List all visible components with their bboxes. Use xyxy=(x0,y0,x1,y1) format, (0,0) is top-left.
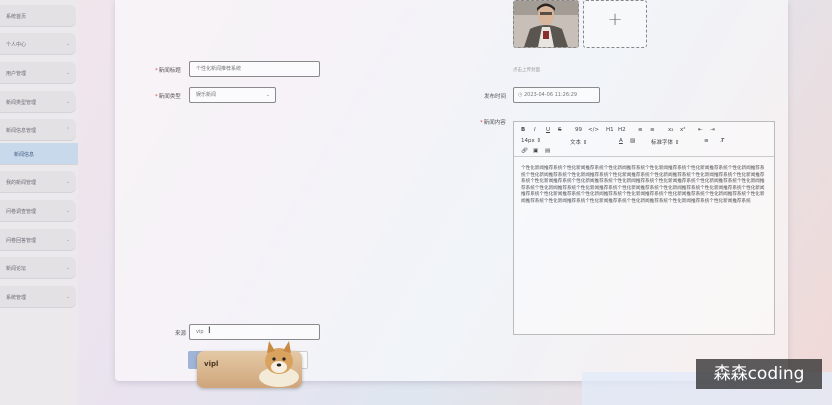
sidebar-item-label: 新闻类型管理 xyxy=(6,99,37,106)
ordered-list-button[interactable]: ≡ xyxy=(638,127,643,133)
sticker-overlay: vipl xyxy=(197,341,302,388)
sidebar-item-news-info[interactable]: 新闻信息管理 ⌃ xyxy=(0,119,76,141)
source-label: 来源 xyxy=(175,331,187,337)
chevron-down-icon: ⌄ xyxy=(65,179,70,185)
sidebar: 系统首页 个人中心 ⌄ 用户管理 ⌄ 新闻类型管理 ⌄ 新闻信息管理 ⌃ 新闻信息 我的… xyxy=(0,0,78,405)
indent-button[interactable]: ⇥ xyxy=(710,127,715,133)
sidebar-item-label: 系统首页 xyxy=(6,13,27,20)
publish-time-picker[interactable]: ◷ 2023-04-06 11:26:29 xyxy=(513,87,600,103)
bullet-list-button[interactable]: ≡ xyxy=(650,127,655,133)
font-color-icon[interactable]: A xyxy=(619,138,623,144)
image-icon[interactable]: ▣ xyxy=(533,148,538,154)
content-label: *新闻内容 xyxy=(480,120,506,126)
strike-button[interactable]: S xyxy=(558,127,562,133)
outdent-button[interactable]: ⇤ xyxy=(698,127,703,133)
chevron-down-icon: ⌄ xyxy=(65,294,70,300)
align-icon[interactable]: ≡ xyxy=(704,138,709,144)
sidebar-item-news-types[interactable]: 新闻类型管理 ⌄ xyxy=(0,91,76,113)
chevron-down-icon: ⌄ xyxy=(65,265,70,271)
type-select-value: 娱乐新闻 xyxy=(196,92,217,98)
sidebar-item-survey-answers[interactable]: 问卷回答管理 ⌄ xyxy=(0,229,76,251)
chevron-up-icon: ⌃ xyxy=(65,127,70,133)
watermark: 森森coding xyxy=(696,359,822,389)
sidebar-item-home[interactable]: 系统首页 xyxy=(0,5,76,27)
text-style-select[interactable]: 文本 ⇕ xyxy=(570,138,587,146)
sticker-text: vipl xyxy=(204,360,219,368)
type-select[interactable]: 娱乐新闻 ⌄ xyxy=(189,87,276,103)
sidebar-item-label: 用户管理 xyxy=(6,70,27,77)
publish-time-label: 发布时间 xyxy=(484,94,507,100)
h2-button[interactable]: H2 xyxy=(618,127,626,133)
superscript-button[interactable]: x² xyxy=(680,127,685,133)
sidebar-item-label: 系统管理 xyxy=(6,294,27,301)
chevron-down-icon: ⌄ xyxy=(65,41,70,47)
type-label: *新闻类型 xyxy=(155,94,181,100)
h1-button[interactable]: H1 xyxy=(606,127,614,133)
chevron-down-icon: ⌄ xyxy=(65,70,70,76)
sidebar-item-label: 问卷调查管理 xyxy=(6,208,37,215)
font-size-select[interactable]: 14px ⇕ xyxy=(521,138,541,144)
text-cursor-icon: I xyxy=(208,326,211,336)
editor-content[interactable]: 个性化新闻推荐系统个性化新闻推荐系统个性化新闻推荐系统个性化新闻推荐系统个性化新… xyxy=(521,166,767,206)
rich-text-editor[interactable]: B I U S 99 </> H1 H2 ≡ ≡ x₂ x² ⇤ ⇥ 14px … xyxy=(513,121,775,335)
sidebar-item-label: 新闻论坛 xyxy=(6,265,27,272)
chevron-down-icon: ⌄ xyxy=(65,99,70,105)
title-label: *新闻标题 xyxy=(155,68,181,74)
sidebar-item-surveys[interactable]: 问卷调查管理 ⌄ xyxy=(0,200,76,222)
font-family-select[interactable]: 标准字体 ⇕ xyxy=(651,138,679,146)
underline-button[interactable]: U xyxy=(546,127,550,133)
chevron-down-icon: ⌄ xyxy=(65,208,70,214)
sidebar-item-forum[interactable]: 新闻论坛 ⌄ xyxy=(0,257,76,279)
video-icon[interactable]: ▤ xyxy=(545,148,550,154)
title-input[interactable]: 个性化新闻推荐系统 xyxy=(189,61,320,77)
chevron-down-icon: ⌄ xyxy=(65,237,70,243)
highlight-icon[interactable]: ▨ xyxy=(630,138,635,144)
sidebar-item-label: 个人中心 xyxy=(6,41,27,48)
person-photo xyxy=(514,1,578,47)
sidebar-item-label: 我的新闻管理 xyxy=(6,179,37,186)
dog-icon xyxy=(259,341,299,387)
sidebar-item-system[interactable]: 系统管理 ⌄ xyxy=(0,286,76,308)
sidebar-item-label: 新闻信息管理 xyxy=(6,127,37,134)
bold-button[interactable]: B xyxy=(521,127,525,133)
publish-time-value: 2023-04-06 11:26:29 xyxy=(523,92,578,98)
quote-button[interactable]: 99 xyxy=(575,127,582,133)
sidebar-subitem-news[interactable]: 新闻信息 xyxy=(0,143,78,165)
upload-cover-button[interactable]: + xyxy=(583,0,647,48)
sidebar-item-profile[interactable]: 个人中心 ⌄ xyxy=(0,33,76,55)
clear-format-icon[interactable]: T̸ xyxy=(721,138,724,144)
cover-upload-hint: 点击上传封面 xyxy=(513,68,540,73)
plus-icon: + xyxy=(607,9,623,30)
sidebar-item-users[interactable]: 用户管理 ⌄ xyxy=(0,62,76,84)
cover-image-thumbnail[interactable] xyxy=(513,0,579,48)
sidebar-item-label: 问卷回答管理 xyxy=(6,237,37,244)
editor-toolbar: B I U S 99 </> H1 H2 ≡ ≡ x₂ x² ⇤ ⇥ 14px … xyxy=(514,122,774,157)
link-icon[interactable]: 🔗︎ xyxy=(521,148,528,154)
subscript-button[interactable]: x₂ xyxy=(668,127,673,133)
code-button[interactable]: </> xyxy=(588,127,599,133)
chevron-down-icon: ⌄ xyxy=(265,92,270,98)
italic-button[interactable]: I xyxy=(534,127,536,133)
sidebar-item-my-news[interactable]: 我的新闻管理 ⌄ xyxy=(0,171,76,193)
sidebar-item-label: 新闻信息 xyxy=(14,151,35,158)
